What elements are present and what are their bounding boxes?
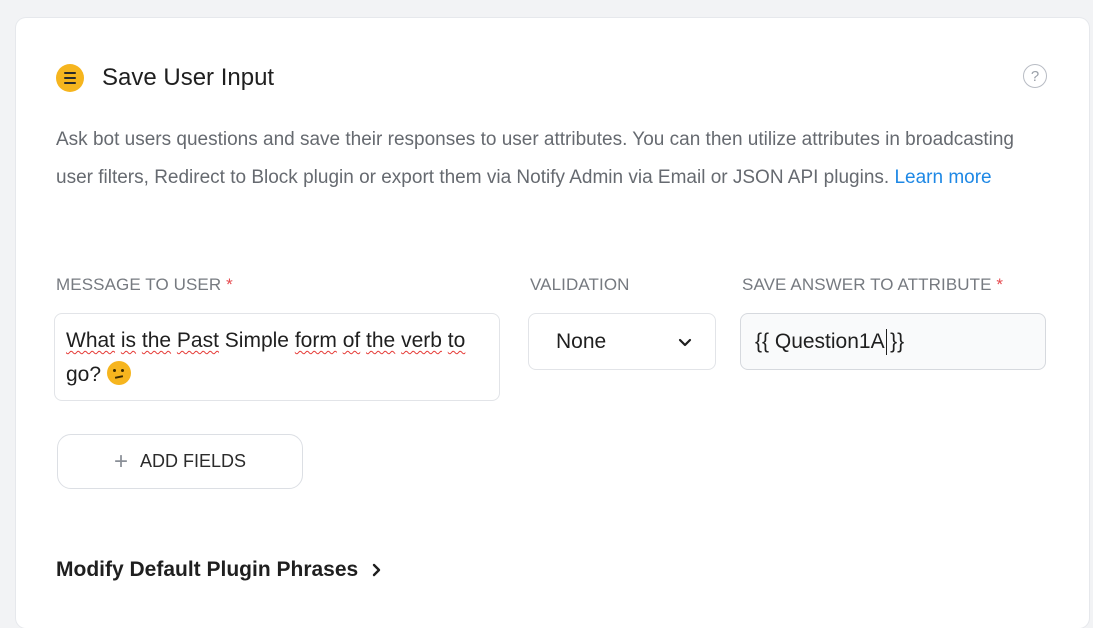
validation-field-label: VALIDATION	[530, 275, 630, 294]
message-label-text: MESSAGE TO USER	[56, 275, 222, 294]
plugin-description: Ask bot users questions and save their r…	[56, 121, 1046, 197]
add-fields-label: ADD FIELDS	[139, 451, 247, 471]
message-word: Past	[176, 329, 219, 352]
modify-phrases-label: Modify Default Plugin Phrases	[56, 558, 359, 581]
chevron-right-icon	[373, 563, 381, 577]
message-word: the	[141, 329, 172, 352]
plugin-title: Save User Input	[102, 64, 275, 91]
attribute-field-label: SAVE ANSWER TO ATTRIBUTE *	[742, 275, 1003, 295]
attribute-value-after-cursor: }}	[890, 329, 905, 353]
message-word: go?	[66, 363, 102, 386]
modify-phrases-link[interactable]: Modify Default Plugin Phrases	[56, 558, 384, 582]
required-mark: *	[226, 275, 233, 294]
validation-selected-value: None	[556, 329, 607, 353]
text-cursor	[885, 328, 888, 355]
message-word: of	[342, 329, 361, 352]
plus-icon: +	[113, 447, 128, 475]
message-field-label: MESSAGE TO USER *	[56, 275, 233, 295]
message-word: to	[447, 329, 466, 352]
thinking-face-emoji-icon	[106, 361, 131, 385]
plugin-header: Save User Input	[56, 64, 274, 92]
help-icon[interactable]: ?	[1023, 64, 1047, 88]
attribute-label-text: SAVE ANSWER TO ATTRIBUTE	[742, 275, 992, 294]
add-fields-button[interactable]: + ADD FIELDS	[57, 434, 303, 489]
attribute-input[interactable]: {{ Question1A }}	[740, 313, 1046, 370]
chevron-down-icon	[678, 338, 692, 346]
description-text: Ask bot users questions and save their r…	[56, 129, 1014, 188]
message-word: form	[294, 329, 337, 352]
menu-lines-icon	[56, 64, 84, 92]
validation-select[interactable]: None	[528, 313, 716, 370]
message-word: What	[66, 329, 116, 352]
message-word: is	[120, 329, 137, 352]
message-word: the	[366, 329, 396, 352]
message-word: Simple	[224, 329, 289, 352]
attribute-value-before-cursor: {{ Question1A	[755, 329, 885, 353]
learn-more-link[interactable]: Learn more	[894, 167, 991, 188]
message-word: verb	[401, 329, 442, 352]
plugin-card: Save User Input ? Ask bot users question…	[16, 18, 1089, 628]
message-to-user-input[interactable]: What is the Past Simple form of the verb…	[54, 313, 500, 401]
required-mark: *	[996, 275, 1004, 294]
